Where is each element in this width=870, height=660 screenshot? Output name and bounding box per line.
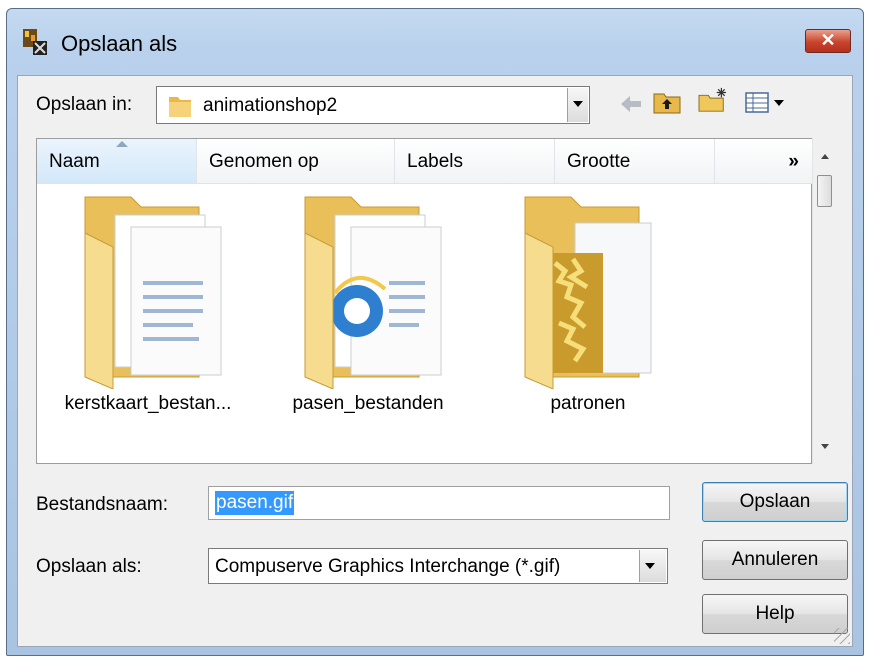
- location-dropdown-arrow[interactable]: [567, 88, 588, 122]
- location-label: Opslaan in:: [36, 94, 133, 115]
- scroll-up-arrow[interactable]: [821, 154, 829, 159]
- scrollbar-thumb[interactable]: [817, 175, 832, 207]
- save-button[interactable]: Opslaan: [702, 482, 848, 522]
- item-name: kerstkaart_bestan...: [64, 393, 232, 414]
- item-name: pasen_bestanden: [292, 393, 444, 414]
- list-item[interactable]: kerstkaart_bestan...: [43, 185, 253, 445]
- folder-documents-icon: [84, 196, 222, 389]
- filetype-value: Compuserve Graphics Interchange (*.gif): [215, 556, 561, 577]
- location-value: animationshop2: [203, 95, 338, 116]
- scroll-down-arrow[interactable]: [821, 444, 829, 449]
- new-folder-icon[interactable]: [696, 86, 730, 114]
- file-list-view[interactable]: Naam Genomen op Labels Grootte » kerstka…: [36, 138, 813, 464]
- folder-images-icon: [524, 196, 652, 389]
- window-title: Opslaan als: [61, 31, 178, 56]
- column-header-bar: Naam Genomen op Labels Grootte »: [37, 139, 813, 184]
- item-name: patronen: [550, 393, 626, 414]
- cancel-button[interactable]: Annuleren: [702, 540, 848, 580]
- column-header-labels[interactable]: Labels: [395, 139, 555, 183]
- filename-label: Bestandsnaam:: [36, 494, 169, 515]
- title-bar[interactable]: Opslaan als ✕: [7, 9, 863, 79]
- location-combobox[interactable]: animationshop2: [156, 86, 590, 124]
- vertical-scrollbar[interactable]: [812, 138, 836, 464]
- more-columns-button[interactable]: »: [715, 139, 813, 183]
- close-button[interactable]: ✕: [805, 29, 851, 53]
- dialog-body: Opslaan in: animationshop2 Naam Genomen …: [17, 75, 853, 647]
- animation-shop-icon: [23, 29, 47, 55]
- filetype-label: Opslaan als:: [36, 556, 142, 577]
- folder-icon: [169, 97, 191, 117]
- view-menu-icon[interactable]: [744, 89, 790, 117]
- up-folder-icon[interactable]: [652, 88, 682, 116]
- filetype-combobox[interactable]: Compuserve Graphics Interchange (*.gif): [208, 548, 668, 584]
- list-item[interactable]: pasen_bestanden: [263, 185, 473, 445]
- column-header-genomen-op[interactable]: Genomen op: [197, 139, 395, 183]
- folder-webpage-icon: [304, 196, 442, 389]
- column-header-grootte[interactable]: Grootte: [555, 139, 715, 183]
- resize-grip[interactable]: [834, 628, 850, 644]
- save-as-dialog: Opslaan als ✕ Opslaan in: animationshop2: [6, 8, 864, 656]
- list-item[interactable]: patronen: [483, 185, 693, 445]
- filetype-dropdown-arrow[interactable]: [639, 550, 666, 582]
- help-button[interactable]: Help: [702, 594, 848, 634]
- filename-value-selected: pasen.gif: [215, 491, 295, 515]
- sort-ascending-icon: [116, 141, 128, 147]
- back-arrow-icon[interactable]: [618, 90, 644, 118]
- filename-input[interactable]: pasen.gif: [208, 486, 670, 520]
